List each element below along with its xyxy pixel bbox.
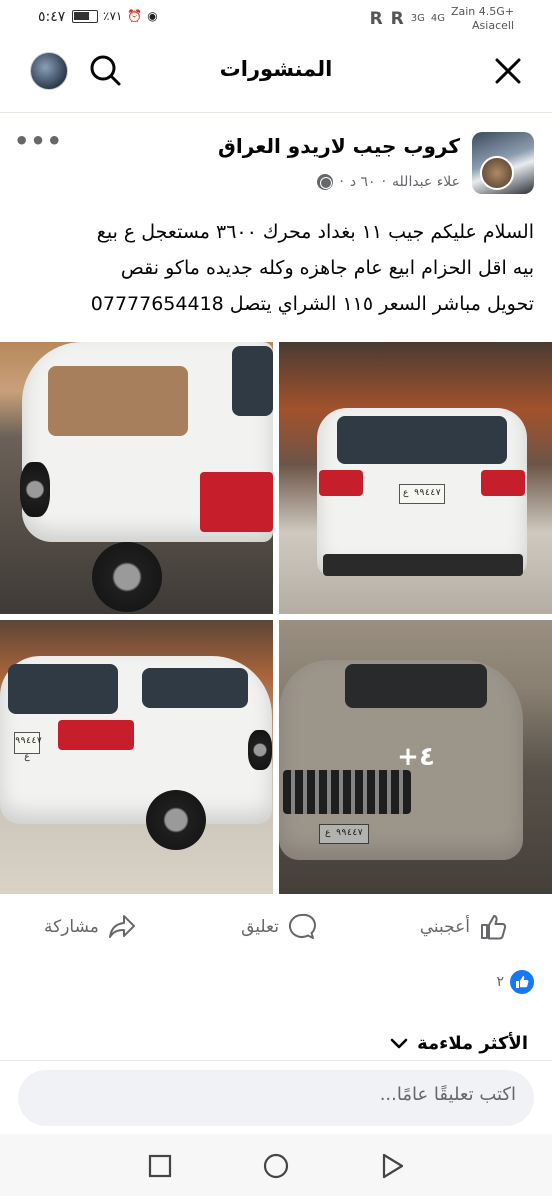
post-meta: علاء عبدالله · ٦٠ د · [317, 174, 460, 190]
car-wheel [92, 542, 162, 612]
share-label: مشاركة [44, 917, 99, 937]
comment-input[interactable]: اكتب تعليقًا عامًا... [18, 1070, 534, 1126]
tail-light [200, 472, 273, 532]
close-button[interactable] [492, 55, 524, 87]
tail-light [58, 720, 134, 750]
more-photos-count[interactable]: +٤ [280, 742, 552, 772]
battery-percent: ٪٧١ [103, 9, 123, 23]
license-plate: ٩٩٤٤٧ ع [399, 484, 445, 504]
post-body: السلام عليكم جيب ١١ بغداد محرك ٣٦٠٠ مستع… [18, 214, 534, 322]
car-wheel [20, 462, 50, 517]
page-title: المنشورات [219, 57, 333, 81]
post-actions: أعجبني تعليق مشاركة [0, 906, 552, 954]
header-divider [0, 112, 552, 113]
signal-b: 4G [430, 13, 445, 24]
globe-icon [317, 174, 334, 190]
post-text-line: السلام عليكم جيب ١١ بغداد محرك ٣٦٠٠ مستع… [96, 221, 534, 243]
top-bar: المنشورات [0, 42, 552, 100]
author-name[interactable]: علاء عبدالله [392, 174, 460, 190]
eye-icon: ◉ [147, 9, 158, 23]
tail-light [481, 470, 525, 496]
carrier-info: Zain 4.5G+ Asiacell [451, 5, 514, 33]
comment-sort-dropdown[interactable]: الأكثر ملاءمة [389, 1033, 528, 1054]
comment-icon [288, 913, 316, 939]
post-text-line: تحويل مباشر السعر ١١٥ الشراي يتصل 077776… [90, 293, 534, 315]
post-time[interactable]: ٦٠ د [350, 174, 376, 190]
nav-back-icon [382, 1153, 404, 1179]
network-indicator: R R [369, 9, 405, 29]
post-header: ••• كروب جيب لاريدو العراق علاء عبدالله … [0, 126, 552, 201]
post-photo-2[interactable]: ٩٩٤٤٧ ع [279, 342, 552, 614]
nav-home-button[interactable] [262, 1152, 290, 1180]
tail-light [319, 470, 363, 496]
comment-label: تعليق [241, 917, 279, 937]
post-photo-1[interactable] [0, 342, 273, 614]
chevron-down-icon [390, 1038, 408, 1048]
car-bumper [323, 554, 523, 576]
group-name[interactable]: كروب جيب لاريدو العراق [218, 134, 460, 158]
status-right-icons: R R 3G 4G Zain 4.5G+ Asiacell [370, 5, 514, 33]
nav-home-icon [263, 1153, 289, 1179]
car-window [48, 366, 188, 436]
status-left-icons: ٪٧١ ⏰ ◉ [72, 9, 158, 23]
carrier-line-2: Asiacell [472, 19, 514, 32]
car-window [142, 668, 248, 708]
meta-dot: · [381, 174, 387, 190]
status-bar: ٥:٤٧ ٪٧١ ⏰ ◉ R R 3G 4G Zain 4.5G+ Asiace… [0, 0, 552, 40]
battery-icon [72, 9, 98, 23]
car-window [8, 664, 118, 714]
license-plate: ٩٩٤٤٧ ع [14, 732, 42, 762]
share-icon [108, 915, 135, 938]
like-reaction-icon [510, 970, 534, 994]
post-text-line: بيه اقل الحزام ابيع عام جاهزه وكله جديده… [120, 257, 534, 279]
share-button[interactable]: مشاركة [44, 912, 137, 942]
status-time: ٥:٤٧ [38, 9, 66, 25]
close-icon [495, 58, 521, 84]
alarm-icon: ⏰ [127, 9, 143, 23]
post-photo-3[interactable]: ٩٩٤٤٧ ع [0, 620, 273, 894]
comments-divider [0, 1060, 552, 1061]
reactions-summary[interactable]: ٢ [496, 970, 534, 994]
car-window [232, 346, 273, 416]
nav-recent-button[interactable] [146, 1152, 174, 1180]
nav-back-button[interactable] [378, 1152, 406, 1180]
carrier-line-1: Zain 4.5G+ [450, 5, 514, 18]
signal-a: 3G [410, 13, 425, 24]
car-window [337, 416, 507, 464]
more-icon[interactable]: ••• [14, 129, 63, 153]
comment-placeholder: اكتب تعليقًا عامًا... [379, 1084, 516, 1105]
system-nav-bar [0, 1134, 552, 1196]
nav-recent-icon [148, 1154, 172, 1178]
group-avatar[interactable] [472, 132, 534, 194]
car-wheel [248, 730, 272, 770]
sort-label: الأكثر ملاءمة [417, 1033, 528, 1054]
car-wheel [146, 790, 206, 850]
reaction-count: ٢ [496, 974, 504, 990]
meta-dot: · [339, 174, 344, 190]
